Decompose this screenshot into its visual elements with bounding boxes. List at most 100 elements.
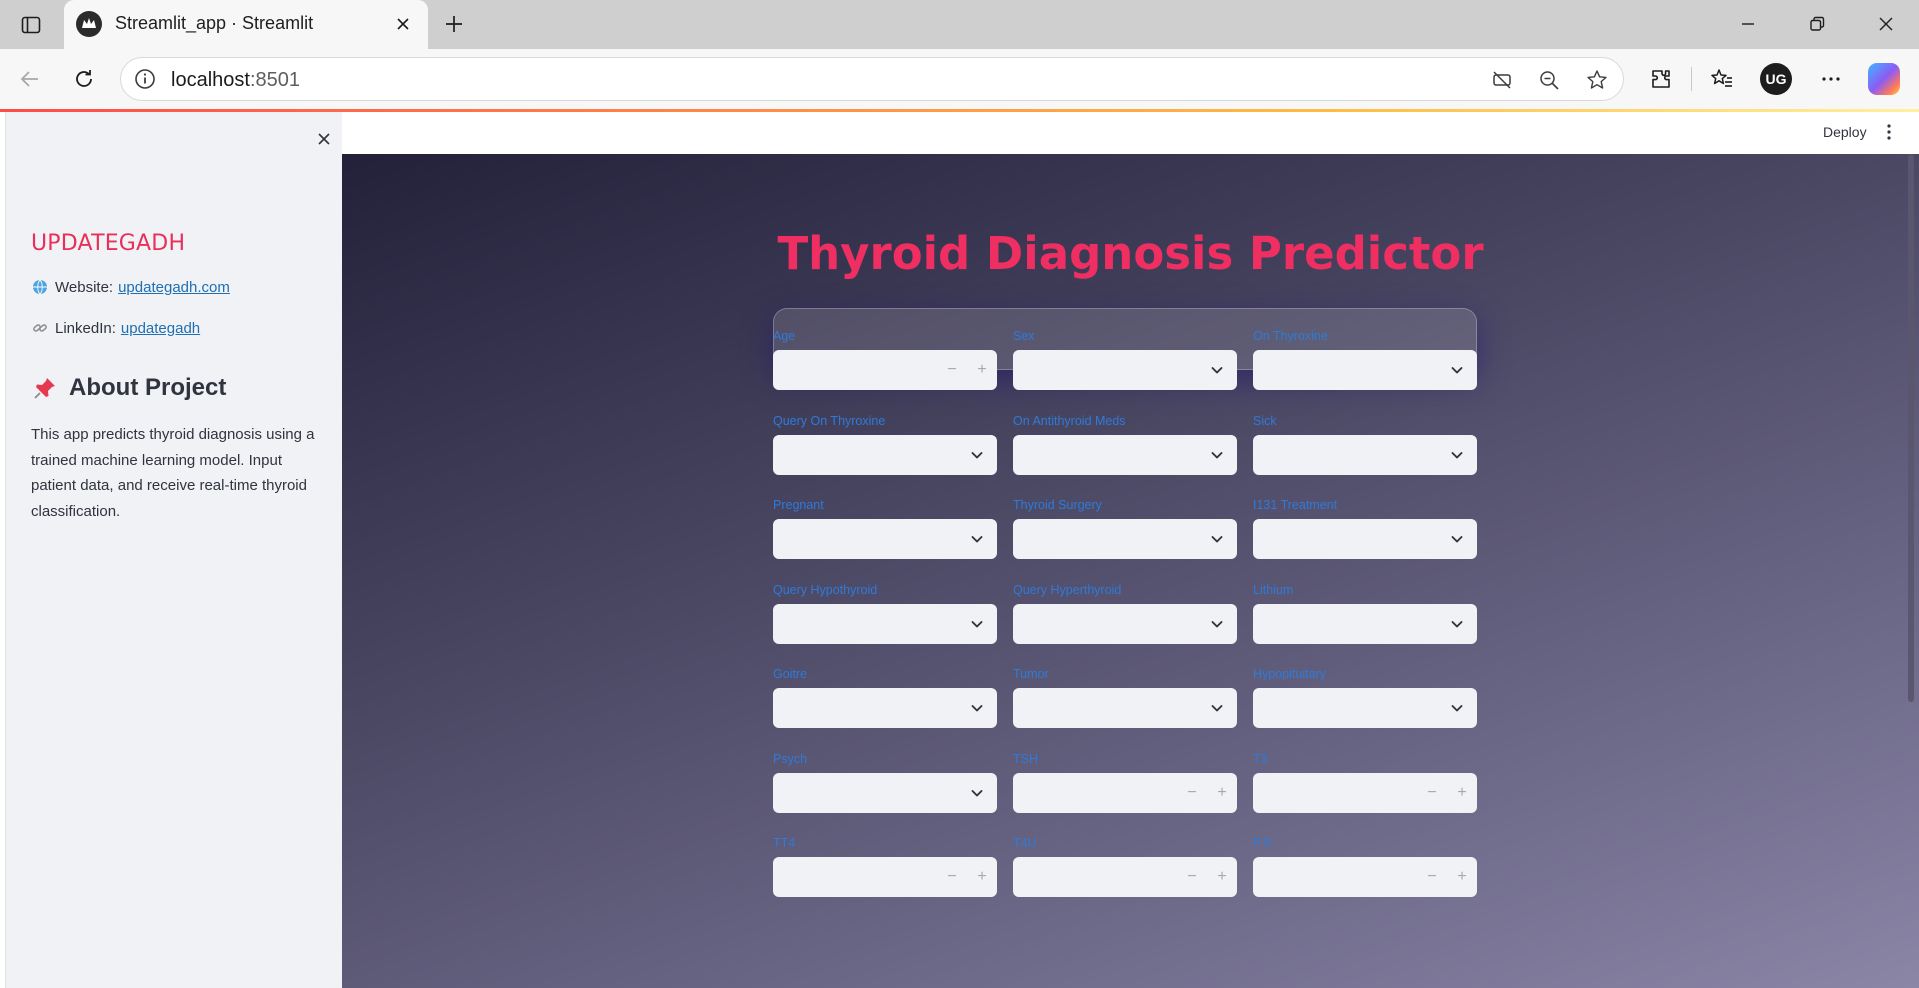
- decrement-button[interactable]: −: [1177, 773, 1207, 813]
- field-label-on-antithyroid-meds: On Antithyroid Meds: [1013, 413, 1126, 428]
- field-label-lithium: Lithium: [1253, 582, 1294, 597]
- chevron-down-icon: [1451, 705, 1463, 712]
- chevron-down-icon: [1451, 620, 1463, 627]
- number-input-t3[interactable]: − +: [1253, 772, 1477, 813]
- field-label-tsh: TSH: [1013, 751, 1038, 766]
- select-i131-treatment[interactable]: [1253, 519, 1477, 559]
- minimize-icon[interactable]: [1726, 4, 1770, 44]
- about-heading: About Project: [31, 374, 226, 402]
- field-label-sick: Sick: [1253, 413, 1277, 428]
- new-tab-icon[interactable]: [436, 6, 472, 42]
- field-label-tt4: TT4: [773, 836, 796, 850]
- field-label-t4u: T4U: [1013, 836, 1037, 850]
- number-input-tt4[interactable]: − +: [773, 857, 997, 897]
- browser-toolbar: localhost:8501 UG: [0, 49, 1919, 109]
- number-input-fti[interactable]: − +: [1253, 857, 1477, 897]
- address-bar[interactable]: localhost:8501: [120, 57, 1624, 101]
- select-on-thyroxine[interactable]: [1253, 350, 1477, 390]
- main-menu-icon[interactable]: [1882, 120, 1896, 144]
- field-label-query-hyperthyroid: Query Hyperthyroid: [1013, 582, 1122, 597]
- chevron-down-icon: [1451, 367, 1463, 374]
- browser-tab-bar: Streamlit_app · Streamlit: [0, 0, 1919, 49]
- chevron-down-icon: [1451, 536, 1463, 543]
- field-label-goitre: Goitre: [773, 667, 808, 681]
- sidebar-website-line: Website: updategadh.com: [31, 278, 230, 296]
- field-label-thyroid-surgery: Thyroid Surgery: [1013, 498, 1102, 512]
- toolbar-separator: [1691, 67, 1692, 91]
- select-hypopituitary[interactable]: [1253, 688, 1477, 728]
- streamlit-app: UPDATEGADH Website: updategadh.com Linke…: [0, 109, 1919, 988]
- select-lithium[interactable]: [1253, 603, 1477, 644]
- select-thyroid-surgery[interactable]: [1013, 519, 1237, 559]
- decrement-button[interactable]: −: [1417, 773, 1447, 813]
- select-query-hyperthyroid[interactable]: [1013, 603, 1237, 644]
- globe-icon: [31, 278, 49, 296]
- sidebar-brand: UPDATEGADH: [31, 231, 186, 256]
- back-arrow-icon[interactable]: [12, 61, 48, 97]
- decrement-button[interactable]: −: [1177, 857, 1207, 897]
- decrement-button[interactable]: −: [1417, 857, 1447, 897]
- decrement-button[interactable]: −: [937, 350, 967, 390]
- reload-icon[interactable]: [66, 61, 102, 97]
- site-info-icon[interactable]: [133, 67, 157, 91]
- copilot-icon[interactable]: [1868, 63, 1900, 95]
- favorite-star-icon[interactable]: [1584, 67, 1610, 93]
- increment-button[interactable]: +: [967, 857, 997, 897]
- number-input-age[interactable]: − +: [773, 350, 997, 390]
- field-label-t3: T3: [1253, 751, 1268, 766]
- field-label-query-on-thyroxine: Query On Thyroxine: [773, 413, 886, 428]
- select-sex[interactable]: [1013, 350, 1237, 390]
- profile-avatar[interactable]: UG: [1760, 63, 1792, 95]
- increment-button[interactable]: +: [1207, 857, 1237, 897]
- zoom-out-icon[interactable]: [1536, 67, 1562, 93]
- increment-button[interactable]: +: [967, 350, 997, 390]
- chevron-down-icon: [1211, 620, 1223, 627]
- number-input-tsh[interactable]: − +: [1013, 772, 1237, 813]
- tab-close-icon[interactable]: [389, 10, 417, 38]
- page-title: Thyroid Diagnosis Predictor: [777, 227, 1484, 280]
- app-header: Deploy: [342, 112, 1919, 154]
- increment-button[interactable]: +: [1447, 857, 1477, 897]
- main-content: Thyroid Diagnosis Predictor Age − + Sex On T…: [342, 154, 1919, 988]
- number-input-t4u[interactable]: − +: [1013, 857, 1237, 897]
- chevron-down-icon: [1211, 705, 1223, 712]
- select-sick[interactable]: [1253, 434, 1477, 475]
- website-link[interactable]: updategadh.com: [118, 279, 230, 296]
- select-query-on-thyroxine[interactable]: [773, 434, 997, 475]
- field-label-pregnant: Pregnant: [773, 498, 824, 512]
- linkedin-link[interactable]: updategadh: [121, 320, 200, 337]
- chevron-down-icon: [1211, 451, 1223, 458]
- chevron-down-icon: [971, 451, 983, 458]
- increment-button[interactable]: +: [1447, 773, 1477, 813]
- increment-button[interactable]: +: [1207, 773, 1237, 813]
- sidebar: UPDATEGADH Website: updategadh.com Linke…: [5, 112, 342, 988]
- select-query-hypothyroid[interactable]: [773, 603, 997, 644]
- browser-tab[interactable]: Streamlit_app · Streamlit: [64, 0, 428, 49]
- decrement-button[interactable]: −: [937, 857, 967, 897]
- tab-actions-icon[interactable]: [14, 8, 48, 42]
- window-close-icon[interactable]: [1864, 4, 1908, 44]
- extensions-icon[interactable]: [1643, 61, 1679, 97]
- field-label-sex: Sex: [1013, 329, 1035, 343]
- restore-icon[interactable]: [1795, 4, 1839, 44]
- about-text: This app predicts thyroid diagnosis usin…: [31, 426, 315, 520]
- sidebar-close-icon[interactable]: [309, 124, 339, 154]
- chevron-down-icon: [971, 620, 983, 627]
- select-pregnant[interactable]: [773, 519, 997, 559]
- url-text: localhost:8501: [171, 69, 300, 91]
- deploy-button[interactable]: Deploy: [1823, 124, 1867, 140]
- favorites-icon[interactable]: [1704, 61, 1740, 97]
- tab-title: Streamlit_app · Streamlit: [115, 13, 314, 33]
- field-label-on-thyroxine: On Thyroxine: [1253, 329, 1328, 343]
- pushpin-icon: [31, 374, 59, 402]
- field-label-age: Age: [773, 329, 796, 343]
- more-menu-icon[interactable]: [1813, 61, 1849, 97]
- tracking-prevention-icon[interactable]: [1489, 67, 1515, 93]
- select-tumor[interactable]: [1013, 688, 1237, 728]
- chevron-down-icon: [1211, 536, 1223, 543]
- field-label-tumor: Tumor: [1013, 667, 1049, 681]
- chevron-down-icon: [971, 789, 983, 796]
- select-goitre[interactable]: [773, 688, 997, 728]
- select-on-antithyroid-meds[interactable]: [1013, 434, 1237, 475]
- select-psych[interactable]: [773, 772, 997, 813]
